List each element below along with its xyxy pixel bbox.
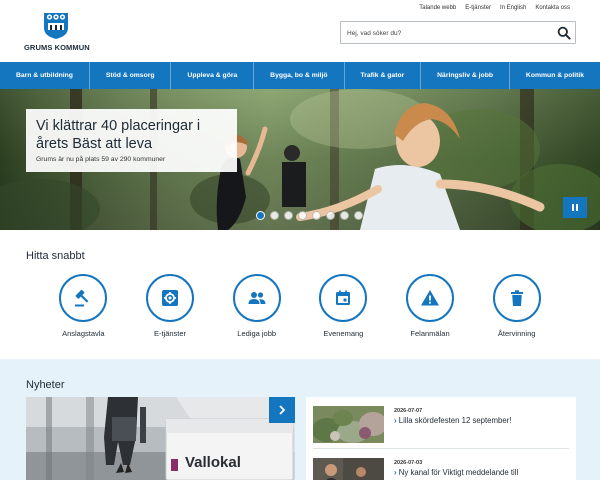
- quick-link-circle: [146, 274, 194, 322]
- top-link-in-english[interactable]: In English: [500, 5, 526, 11]
- news-headline: Ny kanal för Viktigt meddelande till: [394, 468, 518, 477]
- nav-item-barn-utbildning[interactable]: Barn & utbildning: [0, 62, 90, 89]
- hero-caption[interactable]: Vi klättrar 40 placeringar i årets Bäst …: [26, 109, 237, 172]
- site-logo[interactable]: GRUMS KOMMUN: [24, 12, 90, 58]
- quick-link-label: Evenemang: [323, 329, 364, 338]
- quick-link-circle: [319, 274, 368, 322]
- vallokal-sign-text: Vallokal: [185, 454, 241, 471]
- trash-icon: [510, 290, 523, 306]
- news-featured-photo: [26, 397, 295, 480]
- site-header: GRUMS KOMMUN Talande webb E-tjänster In …: [0, 0, 600, 62]
- carousel-dot-7[interactable]: [340, 211, 349, 220]
- news-thumb: [313, 458, 384, 480]
- nav-item-stod-omsorg[interactable]: Stöd & omsorg: [90, 62, 172, 89]
- hero-subtitle: Grums är nu på plats 59 av 290 kommuner: [36, 156, 166, 163]
- quick-link-circle: [232, 274, 281, 322]
- news-thumb: [313, 406, 384, 443]
- top-link-kontakta-oss[interactable]: Kontakta oss: [535, 5, 570, 11]
- gavel-icon: [75, 289, 89, 307]
- news-item[interactable]: 2026-07-07 Lilla skördefesten 12 septemb…: [306, 397, 576, 449]
- quick-link-evenemang[interactable]: Evenemang: [300, 274, 387, 338]
- news-section: Nyheter Vallokal 2026-07-07 › Lilla skör…: [0, 359, 600, 480]
- main-nav: Barn & utbildning Stöd & omsorg Uppleva …: [0, 62, 600, 89]
- quick-link-label: E-tjänster: [153, 329, 187, 338]
- quick-link-label: Felanmälan: [410, 329, 450, 338]
- top-link-e-tjanster[interactable]: E-tjänster: [465, 5, 491, 11]
- quick-link-lediga-jobb[interactable]: Lediga jobb: [213, 274, 300, 338]
- logo-text: GRUMS KOMMUN: [24, 43, 90, 52]
- top-links: Talande webb E-tjänster In English Konta…: [419, 5, 570, 11]
- quick-link-circle: [59, 274, 108, 322]
- quick-link-label: Lediga jobb: [237, 329, 277, 338]
- nav-item-bygga-bo-miljo[interactable]: Bygga, bo & miljö: [254, 62, 345, 89]
- carousel-dot-1[interactable]: [256, 211, 265, 220]
- quick-links-grid: Anslagstavla E-tjänster Lediga jobb Even…: [40, 274, 560, 338]
- news-headline: Lilla skördefesten 12 september!: [394, 416, 512, 425]
- chevron-right-icon: [279, 405, 286, 415]
- quick-link-circle: [492, 274, 541, 322]
- news-item[interactable]: 2026-07-03 Ny kanal för Viktigt meddelan…: [306, 449, 576, 480]
- quick-links-section: Hitta snabbt Anslagstavla E-tjänster Led…: [0, 230, 600, 359]
- carousel-dot-6[interactable]: [326, 211, 335, 220]
- news-date: 2026-07-03: [394, 460, 423, 466]
- pause-icon-bar: [576, 204, 578, 211]
- settings-box-icon: [162, 290, 178, 306]
- carousel-dots: [256, 211, 363, 220]
- hero-title: Vi klättrar 40 placeringar i årets Bäst …: [36, 118, 201, 152]
- nav-item-kommun-politik[interactable]: Kommun & politik: [510, 62, 600, 89]
- quick-link-atervinning[interactable]: Återvinning: [473, 274, 560, 338]
- news-date: 2026-07-07: [394, 408, 423, 414]
- carousel-dot-5[interactable]: [312, 211, 321, 220]
- people-photo: [313, 458, 384, 480]
- carousel-pause-button[interactable]: [563, 197, 587, 218]
- news-next-button[interactable]: [269, 397, 295, 423]
- quick-link-felanmalan[interactable]: Felanmälan: [387, 274, 474, 338]
- news-list: 2026-07-07 Lilla skördefesten 12 septemb…: [306, 397, 576, 480]
- people-icon: [248, 292, 266, 304]
- hero-carousel: Vi klättrar 40 placeringar i årets Bäst …: [0, 89, 600, 230]
- carousel-dot-3[interactable]: [284, 211, 293, 220]
- quick-link-label: Anslagstavla: [62, 329, 105, 338]
- news-featured-image[interactable]: Vallokal: [26, 397, 295, 480]
- calendar-icon: [336, 290, 351, 305]
- vegetables-photo: [313, 406, 384, 443]
- news-title: Nyheter: [26, 379, 65, 391]
- quick-link-label: Återvinning: [497, 329, 536, 338]
- carousel-dot-2[interactable]: [270, 211, 279, 220]
- quick-link-circle: [406, 274, 455, 322]
- pause-icon: [572, 204, 574, 211]
- coat-of-arms-icon: [44, 13, 68, 39]
- search-box: [340, 21, 576, 44]
- quick-link-anslagstavla[interactable]: Anslagstavla: [40, 274, 127, 338]
- quick-links-title: Hitta snabbt: [26, 250, 85, 262]
- top-link-talande-webb[interactable]: Talande webb: [419, 5, 456, 11]
- search-input[interactable]: [341, 23, 541, 44]
- nav-item-trafik-gator[interactable]: Trafik & gator: [345, 62, 422, 89]
- carousel-dot-4[interactable]: [298, 211, 307, 220]
- nav-item-naringsliv-jobb[interactable]: Näringsliv & jobb: [421, 62, 510, 89]
- carousel-dot-8[interactable]: [354, 211, 363, 220]
- quick-link-e-tjanster[interactable]: E-tjänster: [127, 274, 214, 338]
- warning-icon: [421, 290, 440, 306]
- nav-item-uppleva-gora[interactable]: Uppleva & göra: [171, 62, 255, 89]
- search-icon[interactable]: [557, 26, 571, 40]
